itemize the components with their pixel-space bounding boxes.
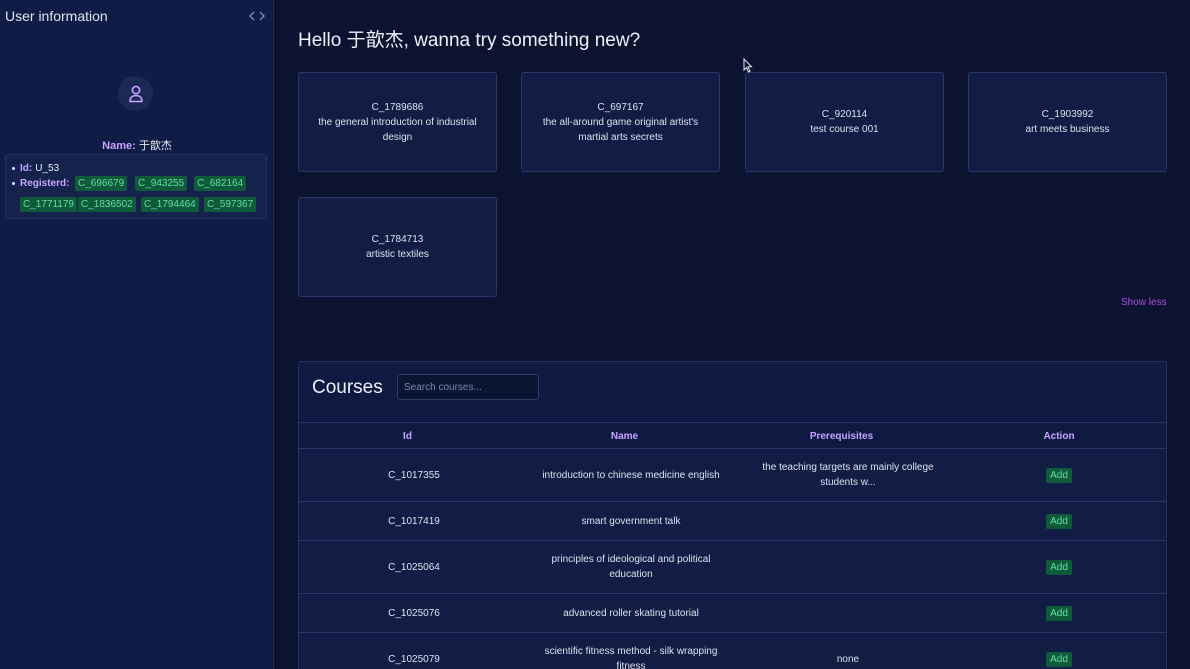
cell-action: Add — [950, 541, 1166, 593]
cell-id: C_1025064 — [388, 561, 440, 573]
course-name: artistic textiles — [366, 249, 429, 260]
registered-course-chip[interactable]: C_696679 — [75, 176, 128, 191]
column-header-prerequisites[interactable]: Prerequisites — [733, 423, 950, 450]
name-value: 于歆杰 — [138, 140, 172, 152]
cell-name: introduction to chinese medicine english — [542, 469, 720, 481]
cell-action: Add — [950, 594, 1166, 632]
cell-id: C_1025076 — [388, 607, 440, 619]
course-name: the all-around game original artist's ma… — [542, 116, 699, 143]
recommended-course-card[interactable]: C_697167 the all-around game original ar… — [521, 72, 720, 172]
cell-prerequisites — [743, 594, 953, 632]
collapse-icon[interactable] — [249, 9, 265, 23]
table-row: C_1017355 introduction to chinese medici… — [299, 449, 1166, 502]
cell-prerequisites — [743, 541, 953, 593]
course-name: the general introduction of industrial d… — [318, 116, 477, 143]
recommended-course-card[interactable]: C_1789686 the general introduction of in… — [298, 72, 497, 172]
sidebar-title: User information — [5, 8, 108, 24]
cell-id: C_1017419 — [388, 515, 440, 527]
mouse-cursor-icon — [743, 58, 753, 73]
course-id: C_1789686 — [371, 101, 424, 113]
cell-action: Add — [950, 449, 1166, 501]
name-label: Name: — [102, 140, 136, 152]
user-icon — [128, 85, 143, 102]
user-info-sidebar: User information Name: 于歆杰 Id: U_53 Regi… — [0, 0, 274, 669]
registered-course-chip[interactable]: C_1771179 — [20, 197, 77, 212]
add-course-button[interactable]: Add — [1046, 605, 1072, 621]
registered-course-chip[interactable]: C_1836502 — [78, 197, 136, 212]
column-header-id[interactable]: Id — [299, 423, 516, 450]
cell-name: principles of ideological and political … — [551, 554, 711, 580]
cell-prerequisites: none — [836, 653, 860, 665]
course-name: test course 001 — [810, 124, 879, 135]
add-course-button[interactable]: Add — [1046, 513, 1072, 529]
registered-course-chip[interactable]: C_943255 — [135, 176, 188, 191]
table-row: C_1025064 principles of ideological and … — [299, 541, 1166, 594]
cell-prerequisites: the teaching targets are mainly college … — [762, 462, 934, 488]
course-id: C_697167 — [597, 101, 644, 113]
courses-title: Courses — [312, 377, 383, 398]
avatar — [118, 76, 153, 111]
add-course-button[interactable]: Add — [1046, 651, 1072, 667]
registered-label: Registerd: — [20, 178, 70, 189]
bullet — [12, 182, 15, 185]
cell-id: C_1025079 — [388, 653, 440, 665]
column-header-name[interactable]: Name — [516, 423, 733, 450]
app: User information Name: 于歆杰 Id: U_53 Regi… — [0, 0, 1190, 669]
column-header-action[interactable]: Action — [950, 423, 1166, 450]
user-name: Name: 于歆杰 — [0, 137, 274, 153]
cell-name: scientific fitness method - silk wrappin… — [544, 646, 718, 669]
id-label: Id: — [20, 163, 33, 174]
recommended-course-card[interactable]: C_920114 test course 001 — [745, 72, 944, 172]
bullet — [12, 167, 15, 170]
courses-table-header: Id Name Prerequisites Action — [299, 422, 1166, 450]
add-course-button[interactable]: Add — [1046, 467, 1072, 483]
course-id: C_1903992 — [1041, 109, 1094, 120]
registered-course-chip[interactable]: C_682164 — [194, 176, 247, 191]
cell-action: Add — [950, 633, 1166, 669]
cell-action: Add — [950, 502, 1166, 540]
registered-course-chip[interactable]: C_1794464 — [141, 197, 199, 212]
id-line: Id: U_53 — [12, 163, 59, 174]
cell-id: C_1017355 — [388, 469, 440, 481]
course-id: C_1784713 — [371, 234, 424, 245]
cell-name: smart government talk — [581, 515, 681, 527]
table-row: C_1025076 advanced roller skating tutori… — [299, 594, 1166, 633]
course-id: C_920114 — [821, 109, 868, 120]
user-details-box: Id: U_53 Registerd: C_696679 C_943255 C_… — [5, 154, 267, 219]
recommended-course-card[interactable]: C_1903992 art meets business — [968, 72, 1167, 172]
id-value: U_53 — [35, 163, 60, 174]
add-course-button[interactable]: Add — [1046, 559, 1072, 575]
registered-course-chip[interactable]: C_597367 — [204, 197, 257, 212]
course-name: art meets business — [1025, 124, 1110, 135]
table-row: C_1025079 scientific fitness method - si… — [299, 633, 1166, 669]
recommended-course-card[interactable]: C_1784713 artistic textiles — [298, 197, 497, 297]
cell-name: advanced roller skating tutorial — [563, 607, 699, 619]
registered-line: Registerd: — [12, 178, 72, 189]
search-courses-input[interactable] — [397, 374, 539, 400]
table-row: C_1017419 smart government talk Add — [299, 502, 1166, 541]
show-less-link[interactable]: Show less — [1121, 297, 1167, 308]
courses-panel: Courses Id Name Prerequisites Action C_1… — [298, 361, 1167, 669]
cell-prerequisites — [743, 502, 953, 540]
greeting-heading: Hello 于歆杰, wanna try something new? — [298, 30, 641, 51]
